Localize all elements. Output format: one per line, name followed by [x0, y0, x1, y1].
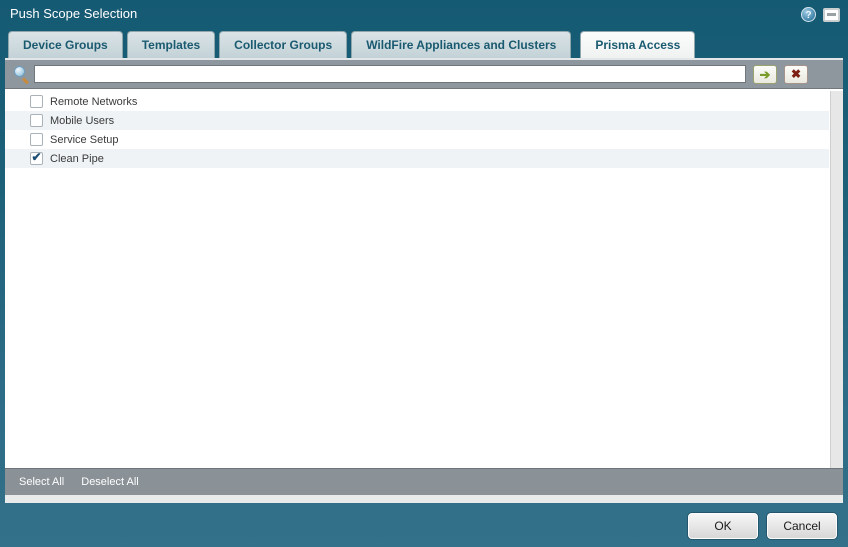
list-item-label: Remote Networks — [50, 95, 138, 108]
tab-bar: Device Groups Templates Collector Groups… — [8, 30, 696, 58]
tab-wildfire-appliances-and-clusters[interactable]: WildFire Appliances and Clusters — [351, 31, 572, 58]
cancel-button[interactable]: Cancel — [767, 513, 837, 539]
tab-device-groups[interactable]: Device Groups — [8, 31, 123, 58]
checkbox-mobile-users[interactable]: ✔ — [30, 114, 43, 127]
list-item-remote-networks[interactable]: ✔ Remote Networks — [5, 92, 829, 111]
search-input[interactable] — [34, 65, 746, 83]
scrollbar-track[interactable] — [830, 91, 843, 468]
tab-collector-groups[interactable]: Collector Groups — [219, 31, 348, 58]
list-footer-bar: Select All Deselect All — [5, 468, 843, 495]
list-item-label: Mobile Users — [50, 114, 115, 127]
close-x-icon: ✖ — [790, 67, 802, 81]
checkbox-service-setup[interactable]: ✔ — [30, 133, 43, 146]
checkbox-remote-networks[interactable]: ✔ — [30, 95, 43, 108]
window-icon[interactable] — [823, 7, 840, 22]
list-item-label: Clean Pipe — [50, 152, 104, 165]
ok-button[interactable]: OK — [688, 513, 758, 539]
list-item-service-setup[interactable]: ✔ Service Setup — [5, 130, 829, 149]
dialog-action-buttons: OK Cancel — [688, 513, 837, 539]
dialog-body: ➔ ✖ ✔ Remote Networks ✔ Mobile — [5, 58, 843, 503]
push-scope-selection-dialog: Push Scope Selection ? Device Groups Tem… — [0, 0, 848, 547]
search-lens — [14, 65, 25, 77]
list-item-clean-pipe[interactable]: ✔ Clean Pipe — [5, 149, 829, 168]
tab-templates[interactable]: Templates — [126, 31, 216, 58]
list-item-mobile-users[interactable]: ✔ Mobile Users — [5, 111, 829, 130]
arrow-right-icon: ➔ — [759, 66, 771, 82]
search-bar: ➔ ✖ — [5, 60, 843, 89]
search-go-button[interactable]: ➔ — [753, 64, 777, 84]
dialog-title: Push Scope Selection — [10, 6, 138, 21]
title-bar: Push Scope Selection ? — [0, 0, 848, 28]
search-clear-button[interactable]: ✖ — [784, 64, 808, 84]
checkmark-icon: ✔ — [31, 150, 42, 164]
help-icon[interactable]: ? — [801, 7, 816, 22]
scope-rows: ✔ Remote Networks ✔ Mobile Users ✔ Servi… — [5, 92, 829, 168]
titlebar-icons: ? — [801, 7, 840, 22]
select-all-link[interactable]: Select All — [19, 476, 64, 488]
deselect-all-link[interactable]: Deselect All — [81, 476, 138, 488]
list-item-label: Service Setup — [50, 133, 119, 146]
checkbox-clean-pipe[interactable]: ✔ — [30, 150, 43, 165]
bottom-inner-strip — [5, 495, 843, 503]
scope-list: ✔ Remote Networks ✔ Mobile Users ✔ Servi… — [5, 91, 843, 468]
tab-prisma-access[interactable]: Prisma Access — [580, 31, 696, 58]
search-handle — [21, 76, 30, 85]
search-icon — [13, 65, 30, 85]
